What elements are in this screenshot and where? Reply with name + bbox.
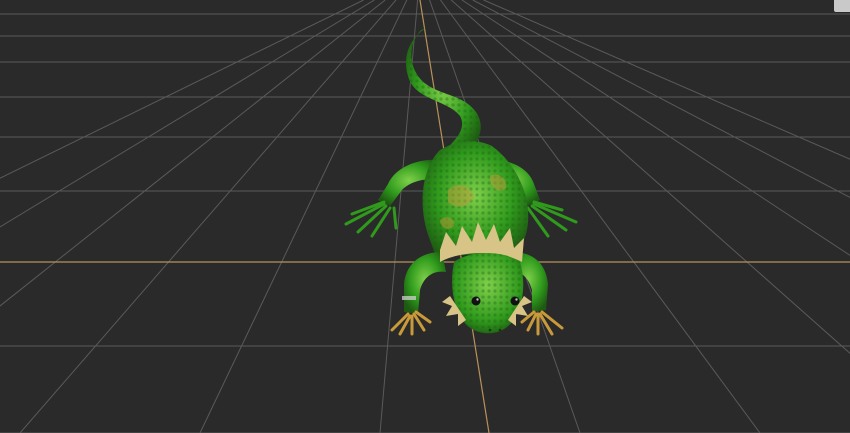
3d-viewport[interactable] <box>0 0 850 433</box>
lizard-back-right-foot <box>520 200 578 238</box>
lizard-front-left-band <box>402 296 416 300</box>
lizard-front-left-leg <box>404 252 446 314</box>
lizard-model[interactable] <box>0 0 850 433</box>
lizard-tail-texture <box>406 28 481 160</box>
lizard-back-left-foot <box>344 200 398 238</box>
lizard-right-nostril <box>498 328 502 332</box>
lizard-left-eye <box>471 296 481 306</box>
lizard-left-nostril <box>488 328 492 332</box>
viewcube-icon[interactable] <box>834 0 850 12</box>
lizard-left-eye-glint <box>476 298 479 301</box>
lizard-right-eye-glint <box>515 298 518 301</box>
lizard-front-left-foot <box>390 310 432 336</box>
lizard-front-right-foot <box>520 310 564 336</box>
lizard-right-eye <box>510 296 520 306</box>
